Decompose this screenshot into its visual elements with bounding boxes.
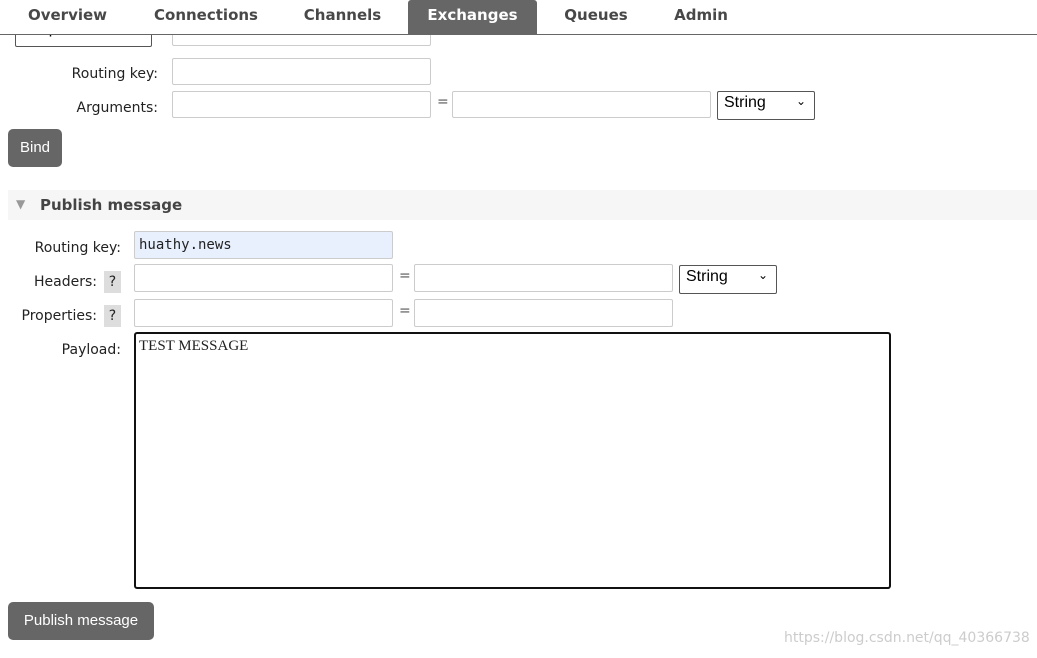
bind-button[interactable]: Bind <box>8 129 62 167</box>
headers-label: Headers: <box>34 274 97 290</box>
watermark: https://blog.csdn.net/qq_40366738 <box>784 630 1030 646</box>
tab-channels[interactable]: Channels <box>290 0 395 34</box>
help-icon[interactable]: ? <box>104 271 121 293</box>
tab-queues[interactable]: Queues <box>550 0 642 34</box>
routing-key-label: Routing key: <box>71 66 158 82</box>
publish-message-button[interactable]: Publish message <box>8 602 154 640</box>
argument-type-value: String <box>724 94 766 111</box>
triangle-down-icon: ▼ <box>16 197 26 211</box>
payload-label: Payload: <box>61 342 121 358</box>
section-title: Publish message <box>40 196 183 214</box>
equals-sign: = <box>399 268 411 284</box>
arguments-label: Arguments: <box>76 100 158 116</box>
publish-section-header[interactable]: ▼ Publish message <box>8 190 1037 220</box>
nav-tabs: Overview Connections Channels Exchanges … <box>0 0 1037 35</box>
property-key-input[interactable] <box>134 299 393 327</box>
chevron-down-icon: ⌄ <box>757 268 768 282</box>
argument-value-input[interactable] <box>452 91 711 118</box>
publish-routing-key-input[interactable]: huathy.news <box>134 231 393 259</box>
properties-label: Properties: <box>21 308 97 324</box>
header-type-value: String <box>686 268 728 285</box>
argument-key-input[interactable] <box>172 91 431 118</box>
equals-sign: = <box>399 303 411 319</box>
bind-routing-key-input[interactable] <box>172 58 431 85</box>
header-type-select[interactable]: String ⌄ <box>679 265 777 294</box>
property-value-input[interactable] <box>414 299 673 327</box>
tab-exchanges[interactable]: Exchanges <box>408 0 537 34</box>
tab-overview[interactable]: Overview <box>10 0 125 34</box>
header-key-input[interactable] <box>134 264 393 292</box>
chevron-down-icon: ⌄ <box>795 94 806 108</box>
equals-sign: = <box>437 94 449 110</box>
tab-connections[interactable]: Connections <box>140 0 272 34</box>
header-value-input[interactable] <box>414 264 673 292</box>
routing-key-label: Routing key: <box>34 240 121 256</box>
tab-admin[interactable]: Admin <box>660 0 742 34</box>
help-icon[interactable]: ? <box>104 305 121 327</box>
argument-type-select[interactable]: String ⌄ <box>717 91 815 120</box>
payload-textarea[interactable]: TEST MESSAGE <box>134 332 891 589</box>
